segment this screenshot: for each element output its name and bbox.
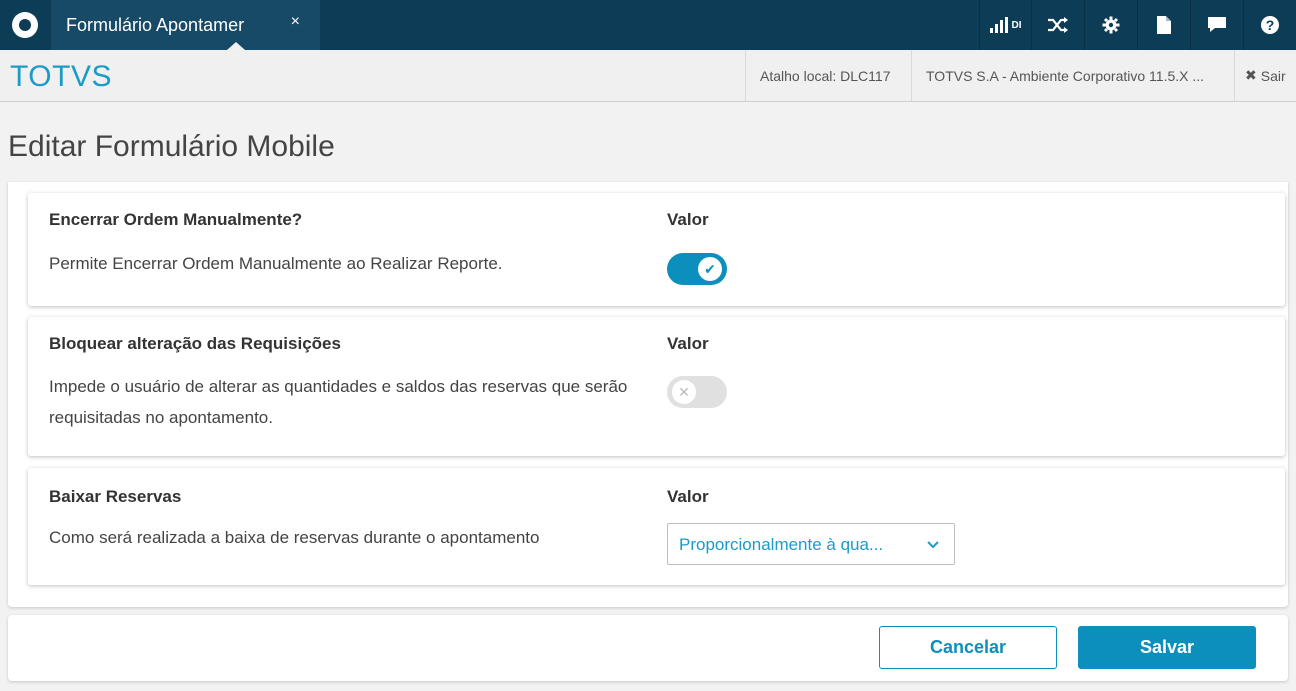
card-description: Como será realizada a baixa de reservas … [49,528,540,547]
chevron-down-icon [926,533,940,560]
chat-button[interactable] [1190,0,1243,50]
card-encerrar-ordem: Encerrar Ordem Manualmente? Valor Permit… [28,193,1285,306]
form-content: Encerrar Ordem Manualmente? Valor Permit… [8,182,1288,607]
top-bar: Formulário Apontamer × DI ? [0,0,1296,50]
card-bloquear-requisicoes: Bloquear alteração das Requisições Valor… [28,317,1285,456]
tab-formulario[interactable]: Formulário Apontamer × [51,0,320,50]
x-icon: ✕ [672,380,696,404]
app-menu-button[interactable] [0,0,50,50]
logout-label: Sair [1260,67,1286,84]
toggle-encerrar-ordem[interactable]: ✔ [667,253,727,285]
sub-header: TOTVS Atalho local: DLC117 TOTVS S.A - A… [0,50,1296,102]
help-button[interactable]: ? [1243,0,1296,50]
logout-button[interactable]: ✖ Sair [1234,50,1296,101]
card-baixar-reservas: Baixar Reservas Valor Como será realizad… [28,468,1285,585]
select-value: Proporcionalmente à qua... [679,535,884,554]
baixar-reservas-select[interactable]: Proporcionalmente à qua... [667,523,955,565]
check-icon: ✔ [698,257,722,281]
close-tab-icon[interactable]: × [291,13,300,31]
gear-icon [1102,16,1120,34]
card-title: Encerrar Ordem Manualmente? [49,210,303,229]
settings-button[interactable] [1084,0,1137,50]
card-description: Impede o usuário de alterar as quantidad… [49,377,628,427]
save-button[interactable]: Salvar [1078,626,1256,669]
tab-active-indicator [227,42,245,50]
brand-logo: TOTVS [10,60,112,93]
top-toolbar: DI ? [979,0,1296,50]
document-button[interactable] [1137,0,1190,50]
totvs-logo-icon [12,12,38,38]
help-icon: ? [1261,16,1279,34]
shuffle-button[interactable] [1031,0,1084,50]
value-label: Valor [667,210,709,229]
signal-icon [989,17,1008,33]
tab-title: Formulário Apontamer [66,14,245,35]
toggle-bloquear-requisicoes[interactable]: ✕ [667,376,727,408]
signal-button[interactable]: DI [979,0,1031,50]
value-label: Valor [667,487,709,506]
card-title: Bloquear alteração das Requisições [49,334,341,353]
cancel-button[interactable]: Cancelar [879,626,1057,669]
signal-label: DI [1011,19,1022,31]
shuffle-icon [1048,17,1068,33]
shortcut-info: Atalho local: DLC117 [745,50,912,101]
value-label: Valor [667,334,709,353]
chat-icon [1208,17,1226,32]
svg-text:?: ? [1266,17,1275,33]
form-footer: Cancelar Salvar [8,615,1288,681]
document-icon [1157,16,1171,34]
close-icon: ✖ [1245,67,1257,83]
page-title: Editar Formulário Mobile [8,130,335,163]
environment-info: TOTVS S.A - Ambiente Corporativo 11.5.X … [911,50,1235,101]
card-description: Permite Encerrar Ordem Manualmente ao Re… [49,254,503,273]
card-title: Baixar Reservas [49,487,182,506]
